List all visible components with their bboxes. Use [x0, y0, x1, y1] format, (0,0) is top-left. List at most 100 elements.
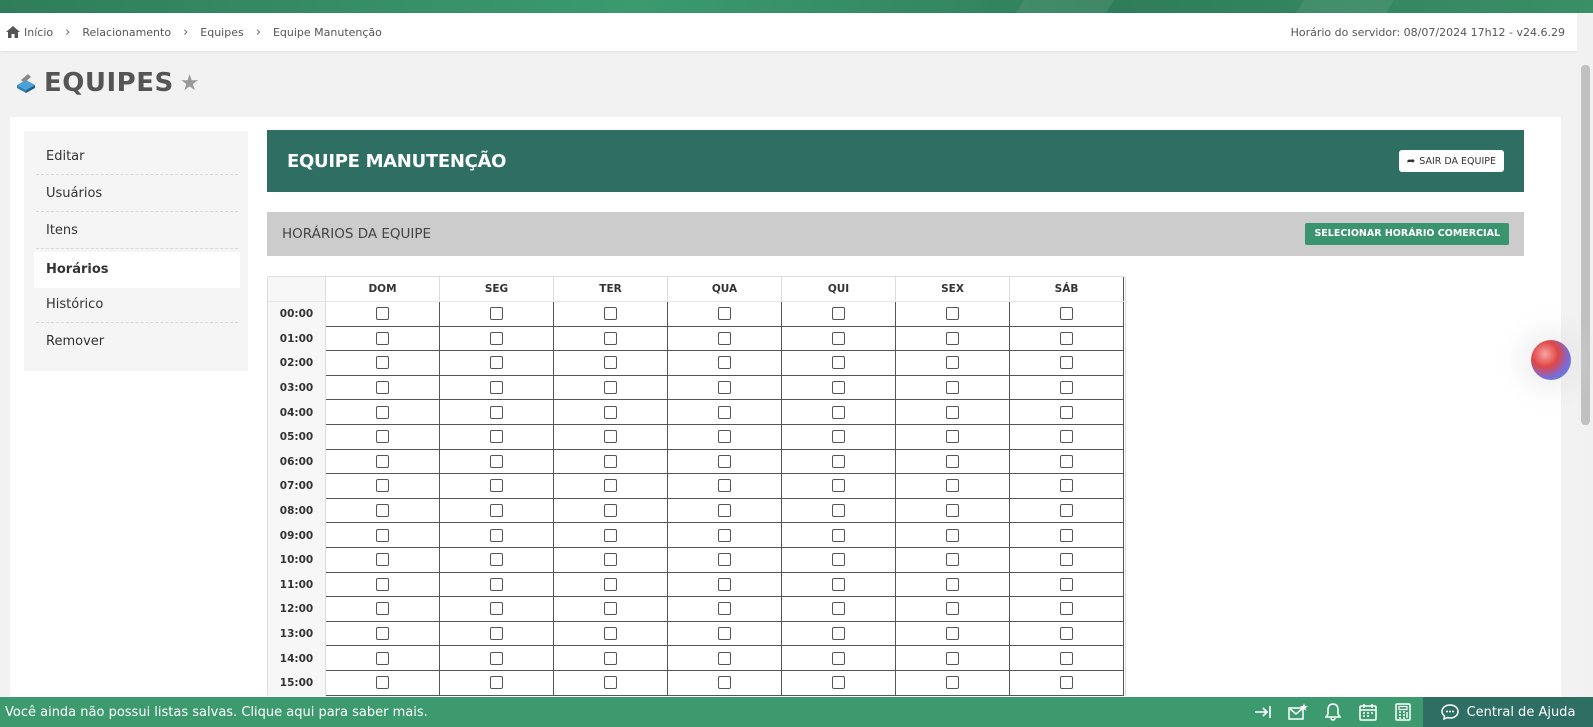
- schedule-checkbox[interactable]: [1060, 676, 1073, 690]
- schedule-checkbox[interactable]: [376, 676, 389, 690]
- schedule-checkbox[interactable]: [376, 627, 389, 641]
- schedule-checkbox[interactable]: [1060, 553, 1073, 567]
- schedule-checkbox[interactable]: [946, 356, 959, 370]
- schedule-checkbox[interactable]: [1060, 651, 1073, 665]
- schedule-checkbox[interactable]: [490, 602, 503, 616]
- mail-star-icon[interactable]: [1288, 702, 1308, 722]
- schedule-checkbox[interactable]: [490, 331, 503, 345]
- scrollbar-thumb[interactable]: [1581, 65, 1590, 425]
- schedule-checkbox[interactable]: [376, 405, 389, 419]
- schedule-checkbox[interactable]: [604, 331, 617, 345]
- schedule-checkbox[interactable]: [490, 479, 503, 493]
- schedule-checkbox[interactable]: [832, 356, 845, 370]
- schedule-checkbox[interactable]: [490, 676, 503, 690]
- schedule-checkbox[interactable]: [490, 528, 503, 542]
- schedule-checkbox[interactable]: [490, 553, 503, 567]
- schedule-checkbox[interactable]: [604, 454, 617, 468]
- schedule-checkbox[interactable]: [946, 651, 959, 665]
- saved-lists-message[interactable]: Você ainda não possui listas salvas. Cli…: [0, 705, 428, 720]
- schedule-checkbox[interactable]: [718, 627, 731, 641]
- schedule-checkbox[interactable]: [376, 528, 389, 542]
- favorite-star-icon[interactable]: ★: [180, 71, 200, 96]
- schedule-checkbox[interactable]: [1060, 307, 1073, 321]
- menu-item-horarios[interactable]: Horários: [34, 252, 240, 288]
- schedule-checkbox[interactable]: [832, 430, 845, 444]
- schedule-checkbox[interactable]: [718, 577, 731, 591]
- menu-item-historico[interactable]: Histórico: [36, 287, 238, 323]
- schedule-checkbox[interactable]: [718, 381, 731, 395]
- schedule-checkbox[interactable]: [718, 430, 731, 444]
- schedule-checkbox[interactable]: [490, 627, 503, 641]
- schedule-checkbox[interactable]: [376, 430, 389, 444]
- breadcrumb-item-inicio[interactable]: Início: [24, 26, 53, 39]
- schedule-checkbox[interactable]: [490, 356, 503, 370]
- schedule-checkbox[interactable]: [376, 307, 389, 321]
- home-icon[interactable]: [6, 26, 20, 38]
- schedule-checkbox[interactable]: [718, 356, 731, 370]
- schedule-checkbox[interactable]: [946, 602, 959, 616]
- schedule-checkbox[interactable]: [1060, 454, 1073, 468]
- schedule-checkbox[interactable]: [718, 331, 731, 345]
- schedule-checkbox[interactable]: [946, 577, 959, 591]
- bell-icon[interactable]: [1323, 702, 1343, 722]
- schedule-checkbox[interactable]: [946, 553, 959, 567]
- schedule-checkbox[interactable]: [832, 307, 845, 321]
- schedule-checkbox[interactable]: [604, 430, 617, 444]
- schedule-checkbox[interactable]: [832, 553, 845, 567]
- schedule-checkbox[interactable]: [832, 676, 845, 690]
- schedule-checkbox[interactable]: [376, 553, 389, 567]
- schedule-checkbox[interactable]: [604, 504, 617, 518]
- schedule-checkbox[interactable]: [718, 528, 731, 542]
- schedule-checkbox[interactable]: [946, 676, 959, 690]
- breadcrumb-item-relacionamento[interactable]: Relacionamento: [82, 26, 171, 39]
- schedule-checkbox[interactable]: [718, 454, 731, 468]
- schedule-checkbox[interactable]: [832, 454, 845, 468]
- schedule-checkbox[interactable]: [604, 602, 617, 616]
- select-commercial-hours-button[interactable]: SELECIONAR HORÁRIO COMERCIAL: [1305, 223, 1509, 245]
- schedule-checkbox[interactable]: [376, 479, 389, 493]
- schedule-checkbox[interactable]: [946, 381, 959, 395]
- schedule-checkbox[interactable]: [1060, 331, 1073, 345]
- schedule-checkbox[interactable]: [604, 676, 617, 690]
- schedule-checkbox[interactable]: [376, 602, 389, 616]
- page-scrollbar[interactable]: [1577, 13, 1593, 697]
- schedule-checkbox[interactable]: [946, 627, 959, 641]
- leave-team-button[interactable]: ➦ SAIR DA EQUIPE: [1398, 150, 1504, 172]
- menu-item-itens[interactable]: Itens: [36, 213, 238, 249]
- calendar-icon[interactable]: [1358, 702, 1378, 722]
- menu-item-usuarios[interactable]: Usuários: [36, 176, 238, 212]
- schedule-checkbox[interactable]: [376, 356, 389, 370]
- schedule-checkbox[interactable]: [604, 553, 617, 567]
- schedule-checkbox[interactable]: [604, 356, 617, 370]
- schedule-checkbox[interactable]: [490, 651, 503, 665]
- schedule-checkbox[interactable]: [1060, 528, 1073, 542]
- schedule-checkbox[interactable]: [1060, 430, 1073, 444]
- schedule-checkbox[interactable]: [832, 651, 845, 665]
- calculator-icon[interactable]: [1393, 702, 1413, 722]
- schedule-checkbox[interactable]: [946, 528, 959, 542]
- schedule-checkbox[interactable]: [946, 405, 959, 419]
- schedule-checkbox[interactable]: [490, 504, 503, 518]
- schedule-checkbox[interactable]: [604, 405, 617, 419]
- schedule-checkbox[interactable]: [718, 405, 731, 419]
- schedule-checkbox[interactable]: [604, 479, 617, 493]
- schedule-checkbox[interactable]: [604, 577, 617, 591]
- help-center-button[interactable]: Central de Ajuda: [1423, 697, 1593, 727]
- schedule-checkbox[interactable]: [832, 528, 845, 542]
- schedule-checkbox[interactable]: [1060, 405, 1073, 419]
- schedule-checkbox[interactable]: [832, 331, 845, 345]
- schedule-checkbox[interactable]: [1060, 504, 1073, 518]
- schedule-checkbox[interactable]: [490, 405, 503, 419]
- breadcrumb-item-equipes[interactable]: Equipes: [200, 26, 243, 39]
- schedule-checkbox[interactable]: [1060, 577, 1073, 591]
- schedule-checkbox[interactable]: [1060, 381, 1073, 395]
- schedule-checkbox[interactable]: [604, 627, 617, 641]
- schedule-checkbox[interactable]: [376, 577, 389, 591]
- schedule-checkbox[interactable]: [718, 553, 731, 567]
- schedule-checkbox[interactable]: [718, 651, 731, 665]
- schedule-checkbox[interactable]: [718, 307, 731, 321]
- schedule-checkbox[interactable]: [604, 651, 617, 665]
- schedule-checkbox[interactable]: [718, 676, 731, 690]
- schedule-checkbox[interactable]: [604, 528, 617, 542]
- schedule-checkbox[interactable]: [832, 602, 845, 616]
